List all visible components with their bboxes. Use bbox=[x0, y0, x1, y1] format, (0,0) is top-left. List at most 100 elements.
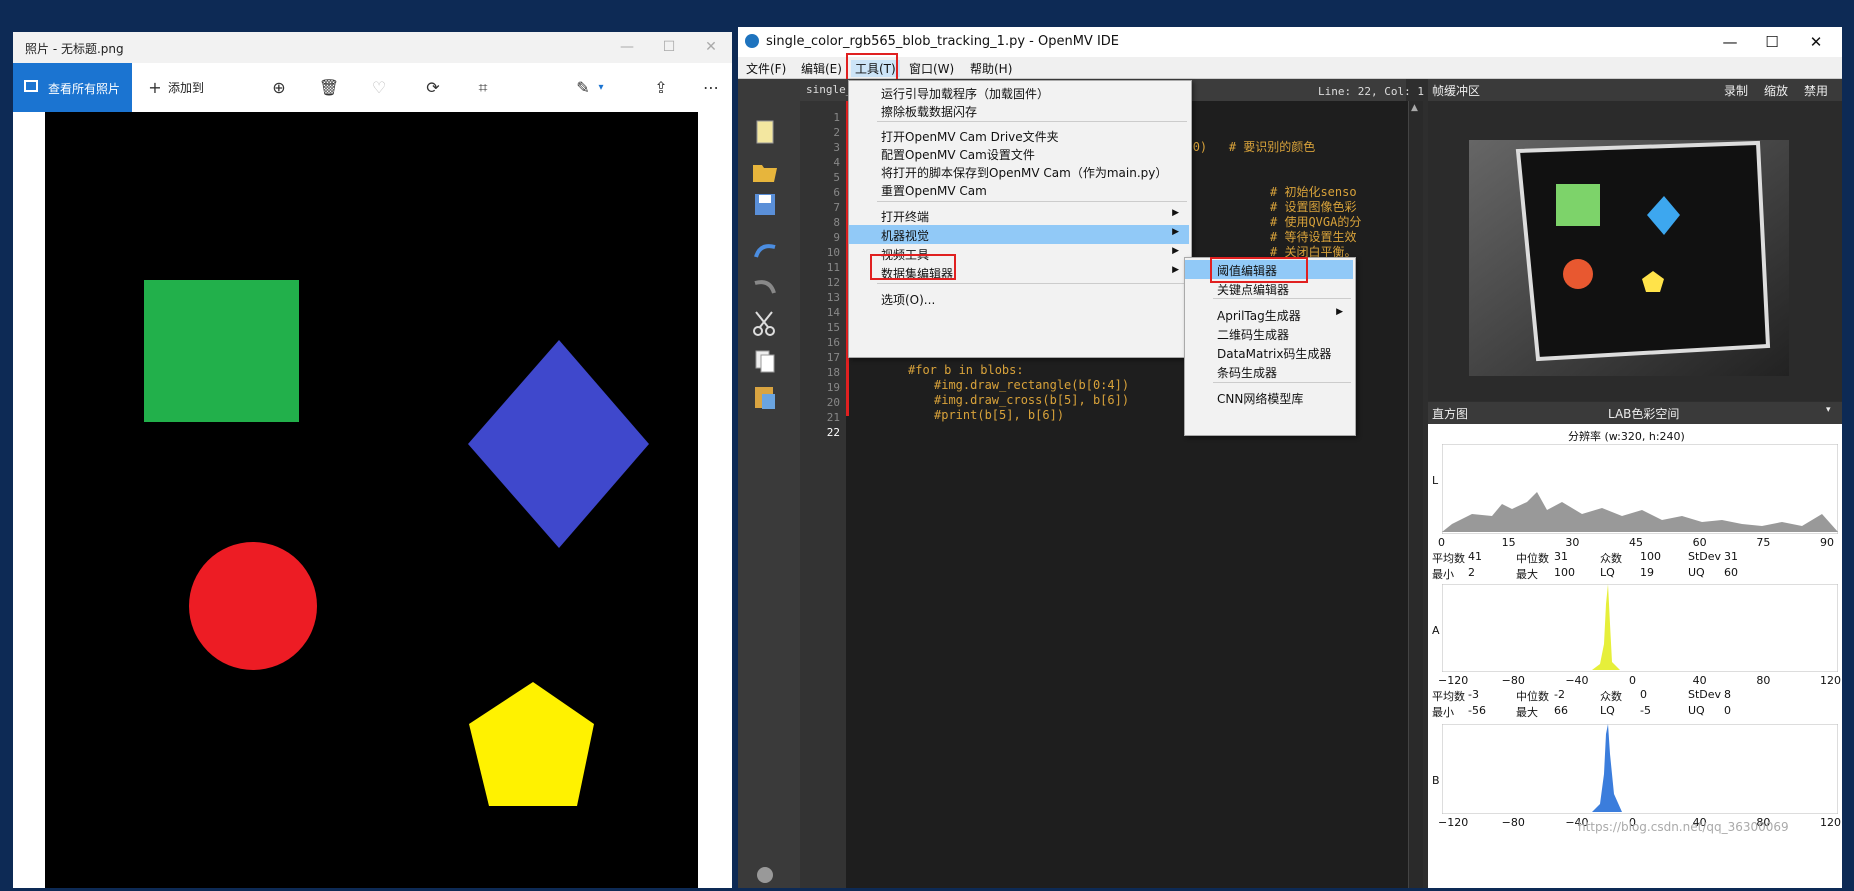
line-number: 2 bbox=[833, 126, 840, 139]
stat-cell: -56 bbox=[1468, 704, 1486, 717]
zoom-in-icon[interactable]: ⊕ bbox=[267, 77, 291, 99]
crop-icon[interactable]: ⌗ bbox=[471, 77, 495, 99]
more-icon[interactable]: ⋯ bbox=[699, 77, 723, 99]
connect-icon[interactable] bbox=[750, 863, 780, 891]
mv-submenu-item[interactable]: DataMatrix码生成器 bbox=[1185, 343, 1353, 362]
ide-title: single_color_rgb565_blob_tracking_1.py -… bbox=[766, 34, 1120, 49]
tools-highlight-box bbox=[846, 53, 898, 81]
tools-menu-item[interactable]: 擦除板载数据闪存 bbox=[849, 101, 1189, 120]
l-stats: 平均数 41 中位数 31 众数 100 StDev 31 最小 2 最大 100 LQ 19 UQ 60 bbox=[1432, 550, 1842, 584]
stat-cell: UQ bbox=[1688, 566, 1705, 579]
cam-green-square bbox=[1556, 184, 1600, 226]
copy-icon[interactable] bbox=[750, 347, 780, 375]
line-gutter: 1 2 3 4 5 6 7 8 9 10 11 12 13 14 15 16 17 18 19 20 21 22 bbox=[800, 101, 846, 888]
tools-menu-item[interactable]: 机器视觉 ▶ bbox=[849, 225, 1189, 244]
menu-window[interactable]: 窗口(W) bbox=[905, 60, 958, 77]
threshold-highlight-box bbox=[1210, 257, 1308, 283]
mv-submenu-item[interactable]: 条码生成器 bbox=[1185, 362, 1353, 381]
scroll-up-icon[interactable]: ▲ bbox=[1411, 103, 1418, 113]
open-folder-icon[interactable] bbox=[750, 157, 780, 185]
photos-titlebar[interactable]: 照片 - 无标题.png — ☐ ✕ bbox=[13, 32, 732, 63]
disable-button[interactable]: 禁用 bbox=[1804, 82, 1828, 99]
maximize-icon[interactable]: ☐ bbox=[654, 36, 684, 58]
add-to-button[interactable]: 添加到 bbox=[168, 79, 204, 96]
stat-cell: 8 bbox=[1724, 688, 1731, 701]
chevron-down-icon[interactable]: ▾ bbox=[1826, 405, 1831, 415]
tools-menu-item[interactable]: 配置OpenMV Cam设置文件 bbox=[849, 144, 1189, 163]
line-number: 14 bbox=[826, 306, 840, 319]
menu-separator bbox=[877, 121, 1187, 122]
resolution-text: 分辨率 (w:320, h:240) bbox=[1568, 430, 1685, 443]
axis-tick-label: 15 bbox=[1501, 536, 1516, 549]
chevron-down-icon[interactable]: ▾ bbox=[589, 77, 613, 99]
l-axis: 0 15 30 45 60 75 90 bbox=[1438, 536, 1838, 550]
menu-edit[interactable]: 编辑(E) bbox=[797, 60, 846, 77]
stat-cell: 众数 bbox=[1600, 690, 1622, 703]
b-channel-label: B bbox=[1432, 774, 1440, 787]
mv-submenu-item[interactable]: CNN网络模型库 bbox=[1185, 388, 1353, 407]
menu-item-label: 配置OpenMV Cam设置文件 bbox=[881, 148, 1035, 162]
undo-icon[interactable] bbox=[750, 237, 780, 265]
line-number: 5 bbox=[833, 171, 840, 184]
mv-submenu-item[interactable]: AprilTag生成器 ▶ bbox=[1185, 305, 1353, 324]
menu-help[interactable]: 帮助(H) bbox=[966, 60, 1016, 77]
close-icon[interactable]: ✕ bbox=[696, 36, 726, 58]
editor-scrollbar[interactable]: ▲ bbox=[1408, 101, 1423, 888]
stat-cell: 31 bbox=[1724, 550, 1738, 563]
stat-cell: 66 bbox=[1554, 704, 1568, 717]
menu-file[interactable]: 文件(F) bbox=[742, 60, 790, 77]
tools-menu-item[interactable]: 选项(O)... bbox=[849, 289, 1189, 308]
redo-icon[interactable] bbox=[750, 273, 780, 301]
stat-cell: 19 bbox=[1640, 566, 1654, 579]
stat-cell: 众数 bbox=[1600, 552, 1622, 565]
monitor-screen bbox=[1515, 140, 1771, 362]
tools-menu-item[interactable]: 将打开的脚本保存到OpenMV Cam（作为main.py） bbox=[849, 162, 1189, 181]
a-channel-label: A bbox=[1432, 624, 1440, 637]
stat-cell: 41 bbox=[1468, 550, 1482, 563]
mv-submenu-item[interactable]: 二维码生成器 bbox=[1185, 324, 1353, 343]
stat-cell: StDev bbox=[1688, 688, 1722, 701]
watermark: https://blog.csdn.net/qq_36300069 bbox=[1578, 820, 1789, 834]
line-number: 7 bbox=[833, 201, 840, 214]
maximize-icon[interactable]: ☐ bbox=[1752, 31, 1792, 53]
minimize-icon[interactable]: — bbox=[612, 36, 642, 58]
close-icon[interactable]: ✕ bbox=[1796, 31, 1836, 53]
cut-icon[interactable] bbox=[750, 309, 780, 337]
tools-menu-item[interactable]: 运行引导加载程序（加载固件） bbox=[849, 83, 1189, 102]
ide-titlebar[interactable]: single_color_rgb565_blob_tracking_1.py -… bbox=[738, 27, 1842, 57]
heart-icon[interactable]: ♡ bbox=[367, 77, 391, 99]
save-icon[interactable] bbox=[750, 191, 780, 219]
new-file-icon[interactable] bbox=[750, 119, 780, 147]
editor-tab[interactable]: single_ bbox=[806, 83, 852, 96]
stat-cell: -2 bbox=[1554, 688, 1565, 701]
stat-cell: -5 bbox=[1640, 704, 1651, 717]
colorspace-select[interactable]: LAB色彩空间 bbox=[1608, 405, 1679, 422]
rotate-icon[interactable]: ⟳ bbox=[421, 77, 445, 99]
plus-icon[interactable]: + bbox=[143, 77, 167, 99]
histogram-label: 直方图 bbox=[1432, 407, 1469, 421]
blue-diamond bbox=[468, 340, 649, 548]
stat-cell: 最小 bbox=[1432, 568, 1454, 581]
view-all-photos-button[interactable]: 查看所有照片 bbox=[13, 63, 132, 112]
delete-icon[interactable]: 🗑 bbox=[317, 77, 341, 99]
code-line: #img.draw_cross(b[5], b[6]) bbox=[934, 393, 1130, 407]
menu-item-label: 打开OpenMV Cam Drive文件夹 bbox=[881, 130, 1059, 144]
tools-menu-item[interactable]: 重置OpenMV Cam bbox=[849, 180, 1189, 199]
a-axis: −120 −80 −40 0 40 80 120 bbox=[1438, 674, 1841, 688]
zoom-button[interactable]: 缩放 bbox=[1764, 82, 1788, 99]
stat-cell: StDev bbox=[1688, 550, 1722, 563]
histogram-area: 分辨率 (w:320, h:240) L 0 15 30 45 60 75 90 平均数 41… bbox=[1428, 424, 1842, 888]
stat-cell: 100 bbox=[1554, 566, 1575, 579]
menu-item-label: 二维码生成器 bbox=[1217, 328, 1290, 342]
stat-cell: -3 bbox=[1468, 688, 1479, 701]
axis-tick-label: 45 bbox=[1629, 536, 1643, 549]
share-icon[interactable]: ⇪ bbox=[649, 77, 673, 99]
tools-menu-item[interactable]: 打开终端 ▶ bbox=[849, 206, 1189, 225]
stat-cell: LQ bbox=[1600, 704, 1615, 717]
menubar: 文件(F) 编辑(E) 工具(T) 窗口(W) 帮助(H) bbox=[738, 53, 1842, 81]
record-button[interactable]: 录制 bbox=[1724, 82, 1748, 99]
tools-menu-item[interactable]: 打开OpenMV Cam Drive文件夹 bbox=[849, 126, 1189, 145]
paste-icon[interactable] bbox=[750, 383, 780, 411]
minimize-icon[interactable]: — bbox=[1710, 31, 1750, 53]
line-number: 10 bbox=[826, 246, 840, 259]
